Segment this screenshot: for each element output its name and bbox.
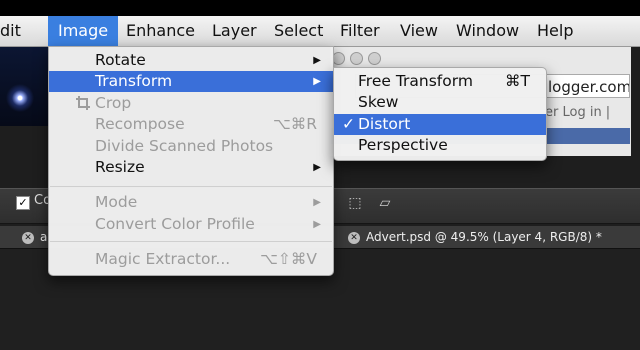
document-tab-2[interactable]: ✕ Advert.psd @ 49.5% (Layer 4, RGB/8) *	[344, 226, 602, 248]
menu-separator	[50, 241, 332, 242]
minimize-window-button[interactable]	[350, 52, 363, 65]
bounding-box-icon[interactable]: ⬚	[346, 194, 364, 212]
menu-edit[interactable]: dit	[0, 16, 21, 46]
image-menu: Rotate ▶ Transform ▶ Crop Recompose ⌥⌘R …	[48, 46, 334, 276]
submenu-arrow-icon: ▶	[313, 162, 321, 173]
menu-item-recompose[interactable]: Recompose ⌥⌘R	[49, 114, 333, 135]
close-tab-icon[interactable]: ✕	[348, 231, 360, 244]
submenu-arrow-icon: ▶	[313, 219, 321, 230]
checkmark-icon: ✓	[342, 115, 355, 133]
menu-filter[interactable]: Filter	[340, 16, 380, 46]
shortcut-text: ⌘T	[505, 72, 530, 90]
menu-item-divide-scanned-photos[interactable]: Divide Scanned Photos	[49, 136, 333, 157]
close-tab-icon[interactable]: ✕	[22, 231, 34, 244]
zoom-window-button[interactable]	[368, 52, 381, 65]
menu-item-magic-extractor[interactable]: Magic Extractor... ⌥⇧⌘V	[49, 249, 333, 270]
menu-select[interactable]: Select	[274, 16, 323, 46]
shortcut-text: ⌥⌘R	[272, 115, 317, 133]
transform-submenu: Free Transform ⌘T Skew ✓ Distort Perspec…	[333, 67, 547, 161]
menu-item-perspective[interactable]: Perspective	[334, 135, 546, 156]
submenu-arrow-icon: ▶	[313, 197, 321, 208]
browser-toolbar-text[interactable]: er Log in |	[545, 100, 630, 126]
document-tab-label: a	[40, 230, 48, 244]
crop-icon	[76, 96, 90, 110]
submenu-arrow-icon: ▶	[313, 55, 321, 66]
menu-view[interactable]: View	[400, 16, 438, 46]
menu-separator	[50, 186, 332, 187]
options-checkbox[interactable]: ✓	[16, 196, 30, 210]
address-bar-text: logger.com/	[548, 78, 630, 96]
menu-item-distort[interactable]: ✓ Distort	[334, 114, 546, 135]
menu-item-transform[interactable]: Transform ▶	[49, 71, 333, 92]
menu-item-resize[interactable]: Resize ▶	[49, 157, 333, 178]
document-tab-1[interactable]: ✕ a	[18, 226, 47, 248]
space-image-thumbnail	[0, 46, 50, 126]
shortcut-text: ⌥⇧⌘V	[260, 250, 317, 268]
menu-item-convert-color-profile[interactable]: Convert Color Profile ▶	[49, 214, 333, 235]
submenu-arrow-icon: ▶	[313, 76, 321, 87]
menu-window[interactable]: Window	[456, 16, 519, 46]
menu-help[interactable]: Help	[537, 16, 573, 46]
menu-enhance[interactable]: Enhance	[126, 16, 195, 46]
menu-item-crop[interactable]: Crop	[49, 93, 333, 114]
menu-item-rotate[interactable]: Rotate ▶	[49, 50, 333, 71]
skew-tool-icon[interactable]: ▱	[376, 194, 394, 212]
menu-item-mode[interactable]: Mode ▶	[49, 192, 333, 213]
menu-item-skew[interactable]: Skew	[334, 92, 546, 113]
document-tab-label: Advert.psd @ 49.5% (Layer 4, RGB/8) *	[366, 230, 602, 244]
menu-bar: dit Image Enhance Layer Select Filter Vi…	[0, 16, 640, 47]
menu-image[interactable]: Image	[48, 16, 119, 46]
menu-layer[interactable]: Layer	[212, 16, 257, 46]
menu-item-free-transform[interactable]: Free Transform ⌘T	[334, 71, 546, 92]
